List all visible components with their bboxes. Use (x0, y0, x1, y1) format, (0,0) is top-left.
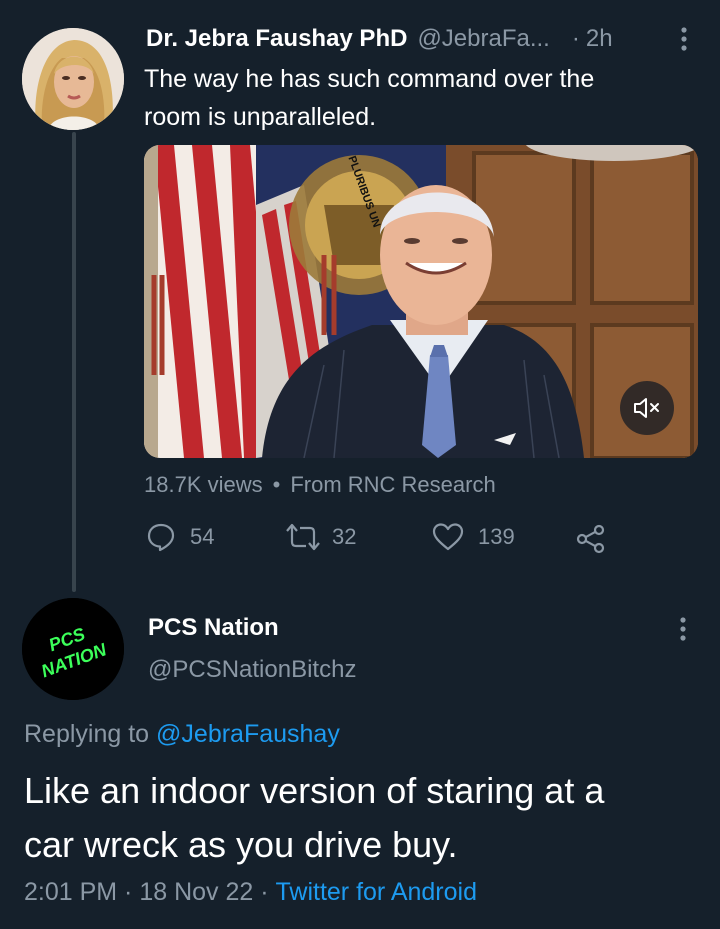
share-icon (576, 524, 605, 554)
avatar-photo (22, 28, 124, 130)
like-count: 139 (478, 524, 515, 549)
pcs-nation-logo: PCS NATION (22, 598, 124, 700)
reply-author-avatar[interactable]: PCS NATION (22, 598, 124, 700)
volume-off-icon (634, 398, 659, 418)
tweet-text: The way he has such command over the roo… (144, 60, 704, 136)
tweet-time[interactable]: 2h (586, 25, 613, 53)
video-source[interactable]: From RNC Research (290, 472, 495, 498)
meta-separator: · (117, 878, 140, 906)
more-options-icon[interactable] (678, 26, 690, 52)
author-avatar[interactable] (22, 28, 124, 130)
reply-button[interactable]: 54 (146, 522, 214, 552)
reply-author-name[interactable]: PCS Nation (148, 614, 279, 642)
video-frame: PLURIBUS UN (144, 145, 698, 458)
retweet-count: 32 (332, 524, 357, 549)
tweet-video[interactable]: PLURIBUS UN (144, 145, 698, 458)
mute-button[interactable] (620, 381, 674, 435)
time-separator: · (571, 25, 580, 52)
replying-to: Replying to @JebraFaushay (24, 720, 340, 749)
view-count: 18.7K views (144, 472, 263, 497)
reply-more-options-icon[interactable] (677, 616, 689, 642)
reply-count: 54 (190, 524, 215, 549)
heart-icon (432, 523, 464, 551)
retweet-icon (286, 523, 320, 551)
reply-text-line: car wreck as you drive buy. (24, 824, 458, 865)
meta-separator: · (253, 878, 276, 906)
video-meta: 18.7K views • From RNC Research (144, 472, 496, 498)
meta-dot: • (272, 472, 281, 497)
reply-icon (147, 523, 175, 552)
reply-client[interactable]: Twitter for Android (276, 878, 477, 907)
thread-line (72, 132, 76, 592)
replying-to-prefix: Replying to (24, 720, 157, 748)
author-handle[interactable]: @JebraFa... (417, 25, 549, 53)
reply-date[interactable]: 18 Nov 22 (139, 878, 253, 907)
reply-author-handle[interactable]: @PCSNationBitchz (148, 656, 356, 684)
reply-meta: 2:01 PM · 18 Nov 22 · Twitter for Androi… (24, 878, 477, 907)
reply-time[interactable]: 2:01 PM (24, 878, 117, 907)
share-button[interactable] (576, 524, 606, 554)
tweet-header: Dr. Jebra Faushay PhD @JebraFa... · 2h (146, 22, 706, 56)
tweet-text-line: room is unparalleled. (144, 103, 377, 131)
author-name[interactable]: Dr. Jebra Faushay PhD (146, 25, 407, 53)
replying-to-handle[interactable]: @JebraFaushay (156, 720, 340, 748)
retweet-button[interactable]: 32 (286, 522, 356, 552)
tweet-text-line: The way he has such command over the (144, 65, 595, 93)
reply-text-line: Like an indoor version of staring at a (24, 770, 605, 811)
like-button[interactable]: 139 (432, 522, 515, 552)
reply-text: Like an indoor version of staring at a c… (24, 764, 714, 872)
